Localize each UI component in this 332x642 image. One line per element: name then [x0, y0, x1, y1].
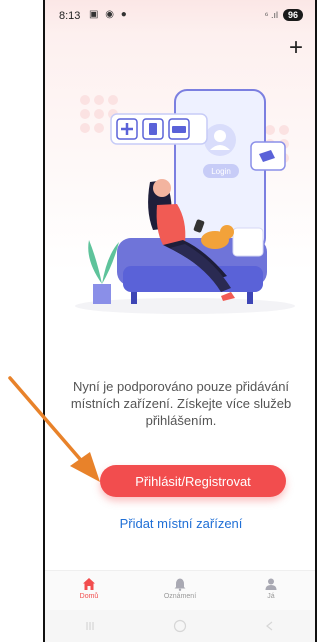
tab-home[interactable]: Domů [57, 571, 121, 610]
left-margin [0, 0, 43, 642]
status-time: 8:13 [59, 10, 81, 22]
login-text: Login [211, 167, 231, 176]
tab-me[interactable]: Já [239, 571, 303, 610]
add-device-button[interactable]: + [285, 36, 307, 60]
tab-notifications-label: Oznámení [163, 593, 197, 600]
login-register-button[interactable]: Přihlásit/Registrovat [100, 465, 286, 497]
bottom-tab-bar: Domů Oznámení Já [45, 570, 315, 610]
add-local-device-link[interactable]: Přidat místní zařízení [59, 516, 303, 531]
hero-illustration: Login [75, 89, 295, 314]
info-message: Nyní je podporováno pouze přidávání míst… [70, 379, 292, 428]
home-icon [83, 578, 95, 590]
tab-notifications[interactable]: Oznámení [148, 571, 212, 610]
right-margin [317, 0, 332, 642]
phone-screen: 8:13 ▣ ◉ ● ⁶ .ıl 96 + Login Nyní je podp… [43, 0, 317, 642]
battery-icon: 96 [283, 9, 303, 21]
status-indicators: ⁶ .ıl 96 [265, 9, 303, 21]
app-icon: ◉ [105, 9, 116, 20]
back-arrow-icon [266, 621, 273, 631]
tab-home-label: Domů [79, 593, 99, 600]
home-circle-icon [173, 619, 187, 633]
status-bar: 8:13 ▣ ◉ ● ⁶ .ıl 96 [45, 0, 315, 34]
person-icon [265, 578, 277, 590]
home-nav-button[interactable] [170, 619, 190, 633]
bell-icon [174, 578, 186, 591]
tab-me-label: Já [267, 593, 275, 600]
recent-apps-icon [86, 622, 94, 630]
back-button[interactable] [260, 619, 280, 633]
notification-icons: ▣ ◉ ● [89, 9, 129, 20]
qr-icon: ▣ [89, 9, 101, 20]
location-icon: ● [120, 9, 129, 20]
recent-apps-button[interactable] [80, 619, 100, 633]
system-navigation-bar [45, 610, 315, 642]
pillow-graphic [232, 227, 264, 257]
plant-graphic [88, 240, 119, 304]
signal-icon: ⁶ .ıl [264, 10, 278, 20]
